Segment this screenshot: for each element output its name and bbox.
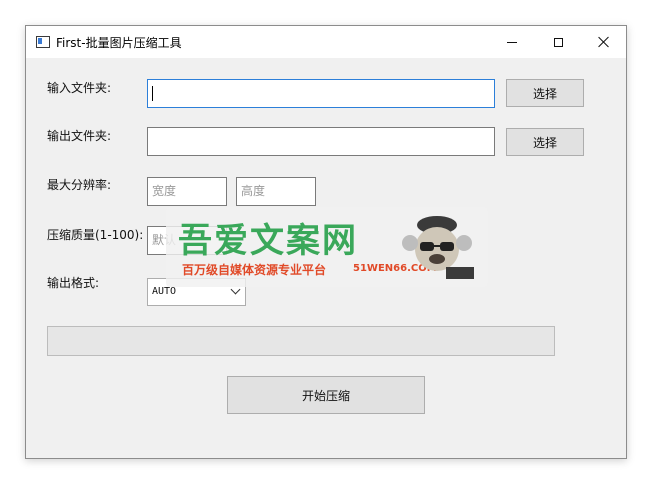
- width-field[interactable]: 宽度: [147, 177, 227, 206]
- maximize-button[interactable]: [535, 26, 581, 58]
- output-folder-select-button[interactable]: 选择: [506, 128, 584, 156]
- window-title: First-批量图片压缩工具: [56, 36, 182, 50]
- close-icon: [598, 36, 610, 48]
- title-bar: First-批量图片压缩工具: [26, 26, 626, 58]
- max-resolution-label: 最大分辨率:: [47, 178, 112, 192]
- input-folder-label: 输入文件夹:: [47, 81, 112, 95]
- minimize-button[interactable]: [489, 26, 535, 58]
- input-folder-field[interactable]: [147, 79, 495, 108]
- minimize-icon: [507, 41, 517, 43]
- output-folder-label: 输出文件夹:: [47, 129, 112, 143]
- close-button[interactable]: [581, 26, 627, 58]
- maximize-icon: [553, 37, 563, 47]
- start-compress-button[interactable]: 开始压缩: [227, 376, 425, 414]
- height-field[interactable]: 高度: [236, 177, 316, 206]
- watermark-banner: 吾爱文案网 百万级自媒体资源专业平台 51WEN66.COM: [166, 207, 488, 287]
- pug-mascot-icon: [402, 216, 474, 279]
- watermark-subtitle: 百万级自媒体资源专业平台: [182, 263, 327, 277]
- app-icon: [36, 36, 50, 48]
- text-caret: [152, 86, 153, 101]
- watermark-title: 吾爱文案网: [178, 221, 358, 261]
- progress-bar: [47, 326, 555, 356]
- output-folder-field[interactable]: [147, 127, 495, 156]
- quality-label: 压缩质量(1-100):: [47, 228, 144, 242]
- format-label: 输出格式:: [47, 276, 100, 290]
- input-folder-select-button[interactable]: 选择: [506, 79, 584, 107]
